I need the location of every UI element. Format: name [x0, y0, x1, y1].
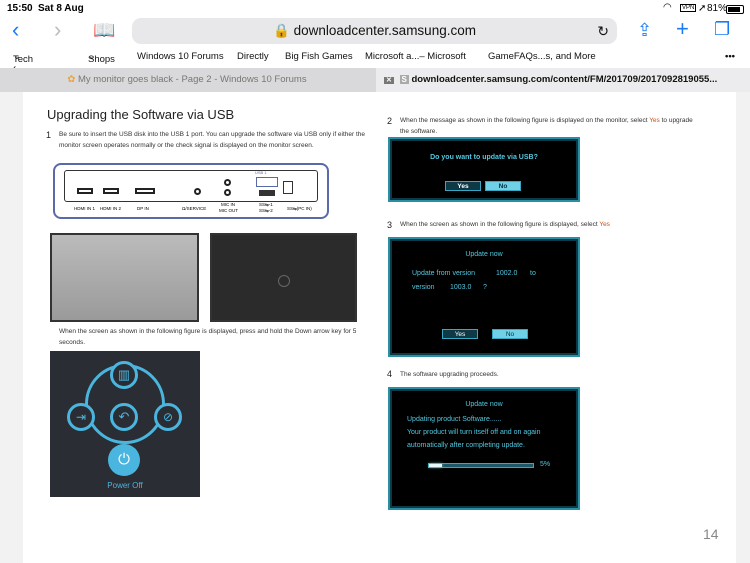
back-button[interactable]: ‹ — [12, 16, 19, 44]
bookmarks-book-icon[interactable]: 📖 — [93, 16, 115, 44]
bookmark-gamefaqs[interactable]: GameFAQs...s, and More — [488, 51, 596, 62]
step4-text: The software upgrading proceeds. — [400, 371, 499, 378]
control-pad-image: ▥ ⇥ ↶ ⊘ ⏻ Power Off — [50, 351, 200, 497]
lock-icon: 🔒 — [273, 23, 290, 38]
no-button: No — [485, 181, 521, 191]
tabs-overview-button[interactable]: ❐ — [714, 15, 730, 43]
menu-icon: ▥ — [110, 361, 138, 389]
source-icon: ⇥ — [67, 403, 95, 431]
step3-text: When the screen as shown in the followin… — [400, 221, 610, 228]
pdf-page: Upgrading the Software via USB 1 Be sure… — [23, 92, 736, 563]
location-icon: ➚ — [698, 3, 707, 14]
progress-bar — [428, 463, 534, 468]
return-icon: ↶ — [110, 403, 138, 431]
forward-button[interactable]: › — [54, 16, 61, 44]
date: Sat 8 Aug — [38, 3, 84, 14]
more-bookmarks-button[interactable]: ••• — [725, 51, 735, 62]
favicon: S — [399, 75, 409, 84]
version-dialog: Update now Update from version 1002.0 to… — [388, 237, 580, 357]
monitor-image-dark — [210, 233, 357, 322]
step-number: 4 — [387, 369, 393, 379]
step-number: 1 — [46, 130, 52, 140]
bookmark-shops[interactable]: Shops ⌄ — [88, 51, 115, 65]
yes-button: Yes — [445, 181, 481, 191]
progress-dialog: Update now Updating product Software....… — [388, 387, 580, 510]
doc-title: Upgrading the Software via USB — [47, 107, 235, 122]
step-number: 3 — [387, 220, 393, 230]
port-diagram: USB 1 HDMI IN 1 HDMI IN 2 DP IN Ω/SERVIC… — [53, 163, 329, 219]
time: 15:50 — [7, 3, 33, 14]
no-button: No — [492, 329, 528, 339]
bookmark-microsoft[interactable]: Microsoft a...– Microsoft — [365, 51, 466, 62]
wifi-icon: ◠ — [663, 2, 672, 13]
close-tab-icon[interactable]: ✕ — [384, 77, 394, 84]
bookmark-directly[interactable]: Directly — [237, 51, 269, 62]
reload-icon[interactable]: ↻ — [597, 18, 609, 44]
step-down-text: When the screen as shown in the followin… — [59, 328, 357, 346]
power-icon: ⏻ — [108, 444, 140, 476]
bookmark-big-fish-games[interactable]: Big Fish Games — [285, 51, 353, 62]
pdf-viewer[interactable]: Upgrading the Software via USB 1 Be sure… — [0, 92, 750, 563]
usb-update-dialog: Do you want to update via USB? Yes No — [388, 137, 580, 202]
tab-samsung-pdf[interactable]: ✕ S downloadcenter.samsung.com/content/F… — [376, 68, 750, 92]
bookmarks-bar: Tech forums ⌄ Shops ⌄ Windows 10 Forums … — [0, 48, 750, 76]
windows-logo-icon: ✿ — [67, 74, 76, 85]
share-button[interactable]: ⇪ — [637, 16, 652, 44]
progress-label: 5% — [540, 461, 551, 468]
bookmark-windows10forums[interactable]: Windows 10 Forums — [137, 51, 224, 62]
step1-text: Be sure to insert the USB disk into the … — [59, 131, 366, 149]
url-text: downloadcenter.samsung.com — [293, 23, 476, 38]
page-number: 14 — [703, 526, 719, 542]
tab-windows10forums[interactable]: ✿ My monitor goes black - Page 2 - Windo… — [0, 68, 374, 92]
battery-percent: 81% — [707, 3, 728, 14]
monitor-image-desktop — [50, 233, 199, 322]
step2-text: When the message as shown in the followi… — [400, 117, 693, 135]
address-bar[interactable]: 🔒 downloadcenter.samsung.com ↻ — [132, 18, 617, 44]
yes-button: Yes — [442, 329, 478, 339]
eye-saver-icon: ⊘ — [154, 403, 182, 431]
step-number: 2 — [387, 116, 393, 126]
bookmark-tech-forums[interactable]: Tech forums ⌄ — [13, 51, 42, 76]
tab-bar: ✿ My monitor goes black - Page 2 - Windo… — [0, 68, 750, 92]
new-tab-button[interactable]: + — [676, 15, 689, 43]
power-off-label: Power Off — [107, 481, 143, 490]
vpn-badge: VPN — [680, 4, 697, 12]
battery-icon — [726, 5, 744, 14]
